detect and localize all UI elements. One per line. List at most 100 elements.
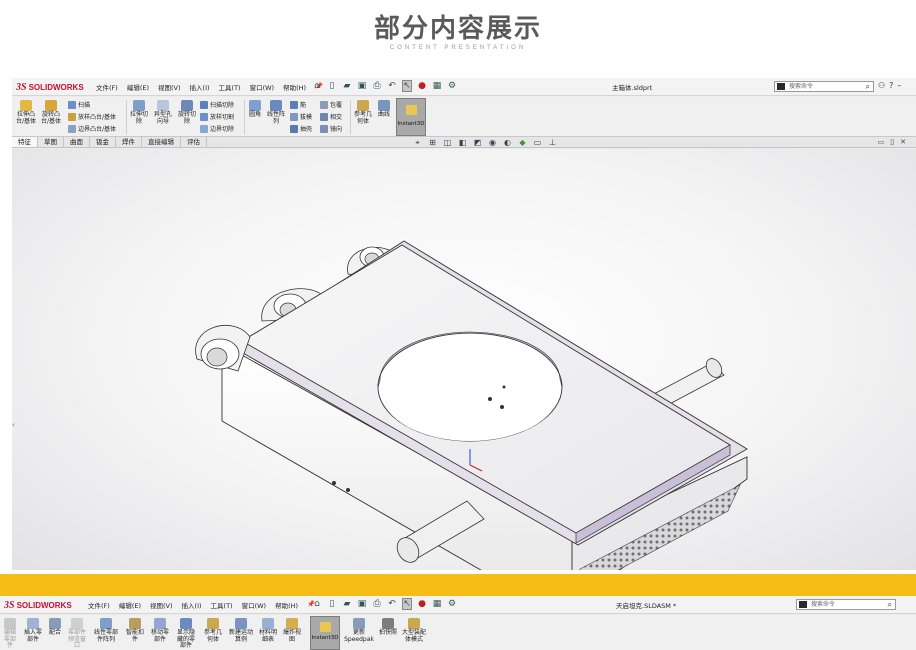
previous-view-icon[interactable]: ◫ (442, 138, 453, 147)
linear-component-pattern-button[interactable]: 线性零部件阵列 (92, 618, 120, 643)
menu-insert[interactable]: 插入(I) (190, 82, 210, 92)
view-orientation-icon[interactable]: ◩ (472, 138, 483, 147)
reference-geometry-button[interactable]: 参考几何体 (352, 100, 374, 125)
sweep-button[interactable]: 扫描 (68, 100, 90, 109)
sweep-cut-button[interactable]: 扫描切除 (200, 100, 234, 109)
home-icon[interactable]: ⌂ (312, 598, 322, 610)
select-cursor-icon[interactable]: ↖ (402, 598, 412, 610)
draft-button[interactable]: 拔模 (290, 112, 312, 121)
revolve-boss-button[interactable]: 旋转凸台/基体 (40, 100, 62, 125)
menu-insert[interactable]: 插入(I) (182, 600, 202, 610)
menu-edit[interactable]: 编辑(E) (127, 82, 149, 92)
rebuild-icon[interactable]: ▦ (432, 598, 442, 610)
display-style-icon[interactable]: ◉ (487, 138, 498, 147)
menu-window[interactable]: 窗口(W) (242, 600, 267, 610)
tile-window-icon[interactable]: ▯ (890, 138, 894, 146)
undo-icon[interactable]: ↶ (387, 80, 397, 92)
linear-pattern-button[interactable]: 线性阵列 (265, 100, 287, 125)
restore-window-icon[interactable]: ▭ (878, 138, 885, 146)
scene-icon[interactable]: ▭ (532, 138, 543, 147)
zoom-area-icon[interactable]: ⊞ (427, 138, 438, 147)
boundary-boss-button[interactable]: 边界凸台/基体 (68, 124, 116, 133)
shell-button[interactable]: 抽壳 (290, 124, 312, 133)
minimize-icon[interactable]: – (897, 81, 901, 90)
select-cursor-icon[interactable]: ↖ (402, 80, 412, 92)
extrude-boss-button[interactable]: 拉伸凸台/基体 (15, 100, 37, 125)
save-icon[interactable]: ▣ (357, 80, 367, 92)
instant3d-button[interactable]: Instant3D (396, 98, 426, 136)
print-icon[interactable]: ⎙ (372, 80, 382, 92)
search-commands-input[interactable]: 搜索命令 ⌕ (774, 81, 874, 92)
open-folder-icon[interactable]: ▰ (342, 598, 352, 610)
menu-file[interactable]: 文件(F) (88, 600, 110, 610)
view-settings-icon[interactable]: ⊥ (547, 138, 558, 147)
menu-help[interactable]: 帮助(H) (275, 600, 298, 610)
appearance-icon[interactable]: ◆ (517, 138, 528, 147)
graphics-area[interactable]: ‹ (12, 149, 916, 570)
menu-file[interactable]: 文件(F) (96, 82, 118, 92)
menu-view[interactable]: 视图(V) (158, 82, 181, 92)
traffic-light-icon[interactable]: ● (417, 80, 427, 92)
update-speedpak-button[interactable]: 更新 Speedpak (344, 618, 374, 643)
tab-surfaces[interactable]: 曲面 (64, 137, 90, 147)
search-commands-input[interactable]: 搜索命令 ⌕ (796, 599, 896, 610)
zoom-to-fit-icon[interactable]: ⌖ (412, 138, 423, 147)
search-icon[interactable]: ⌕ (888, 600, 892, 610)
undo-icon[interactable]: ↶ (387, 598, 397, 610)
fillet-button[interactable]: 圆角 (246, 100, 264, 119)
hide-show-icon[interactable]: ◐ (502, 138, 513, 147)
component-preview-button[interactable]: 零部件预览窗口 (66, 618, 88, 650)
tab-features[interactable]: 特征 (12, 137, 38, 147)
insert-components-button[interactable]: 插入零部件 (22, 618, 44, 643)
home-icon[interactable]: ⌂ (312, 80, 322, 92)
loft-boss-button[interactable]: 放样凸台/基体 (68, 112, 116, 121)
tab-evaluate[interactable]: 评估 (181, 137, 207, 147)
loft-cut-button[interactable]: 放样切割 (200, 112, 234, 121)
move-component-button[interactable]: 移动零部件 (149, 618, 171, 643)
new-document-icon[interactable]: ▯ (327, 598, 337, 610)
edit-component-button[interactable]: 编辑零部件 (2, 618, 18, 650)
traffic-light-icon[interactable]: ● (417, 598, 427, 610)
hole-wizard-button[interactable]: 异型孔向导 (152, 100, 174, 125)
rebuild-icon[interactable]: ▦ (432, 80, 442, 92)
options-gear-icon[interactable]: ⚙ (447, 80, 457, 92)
instant3d-button[interactable]: Instant3D (310, 616, 340, 650)
menu-help[interactable]: 帮助(H) (283, 82, 306, 92)
user-icon[interactable]: ⚇ (878, 81, 885, 90)
close-window-icon[interactable]: ✕ (900, 138, 906, 146)
revolve-cut-button[interactable]: 旋转切除 (177, 100, 197, 125)
take-snapshot-button[interactable]: 拍快照 (377, 618, 399, 637)
open-folder-icon[interactable]: ▰ (342, 80, 352, 92)
menu-tools[interactable]: 工具(T) (219, 82, 241, 92)
menu-tools[interactable]: 工具(T) (211, 600, 233, 610)
smart-fasteners-button[interactable]: 智能扣件 (124, 618, 146, 643)
exploded-view-button[interactable]: 爆炸视图 (283, 618, 301, 643)
reference-geometry-button[interactable]: 参考几何体 (202, 618, 224, 643)
large-assembly-mode-button[interactable]: 大型装配体模式 (402, 618, 426, 643)
solidworks-logo[interactable]: 3S SOLIDWORKS (16, 81, 84, 93)
extrude-cut-button[interactable]: 拉伸切除 (129, 100, 149, 125)
mirror-button[interactable]: 镜向 (320, 124, 342, 133)
rib-button[interactable]: 筋 (290, 100, 306, 109)
new-motion-study-button[interactable]: 新建运动算例 (229, 618, 253, 643)
save-icon[interactable]: ▣ (357, 598, 367, 610)
curves-button[interactable]: 曲线 (375, 100, 393, 119)
tab-weldments[interactable]: 焊件 (116, 137, 142, 147)
menu-window[interactable]: 窗口(W) (250, 82, 275, 92)
new-document-icon[interactable]: ▯ (327, 80, 337, 92)
help-icon[interactable]: ? (889, 81, 893, 90)
print-icon[interactable]: ⎙ (372, 598, 382, 610)
search-icon[interactable]: ⌕ (866, 82, 870, 92)
wrap-button[interactable]: 包覆 (320, 100, 342, 109)
tab-direct-editing[interactable]: 直接编辑 (142, 137, 181, 147)
menu-edit[interactable]: 编辑(E) (119, 600, 141, 610)
section-view-icon[interactable]: ◧ (457, 138, 468, 147)
bill-of-materials-button[interactable]: 材料明细表 (257, 618, 279, 643)
options-gear-icon[interactable]: ⚙ (447, 598, 457, 610)
tab-sheet-metal[interactable]: 钣金 (90, 137, 116, 147)
solidworks-logo[interactable]: 3S SOLIDWORKS (4, 599, 72, 611)
tab-sketch[interactable]: 草图 (38, 137, 64, 147)
intersect-button[interactable]: 相交 (320, 112, 342, 121)
boundary-cut-button[interactable]: 边界切除 (200, 124, 234, 133)
mate-button[interactable]: 配合 (46, 618, 64, 637)
